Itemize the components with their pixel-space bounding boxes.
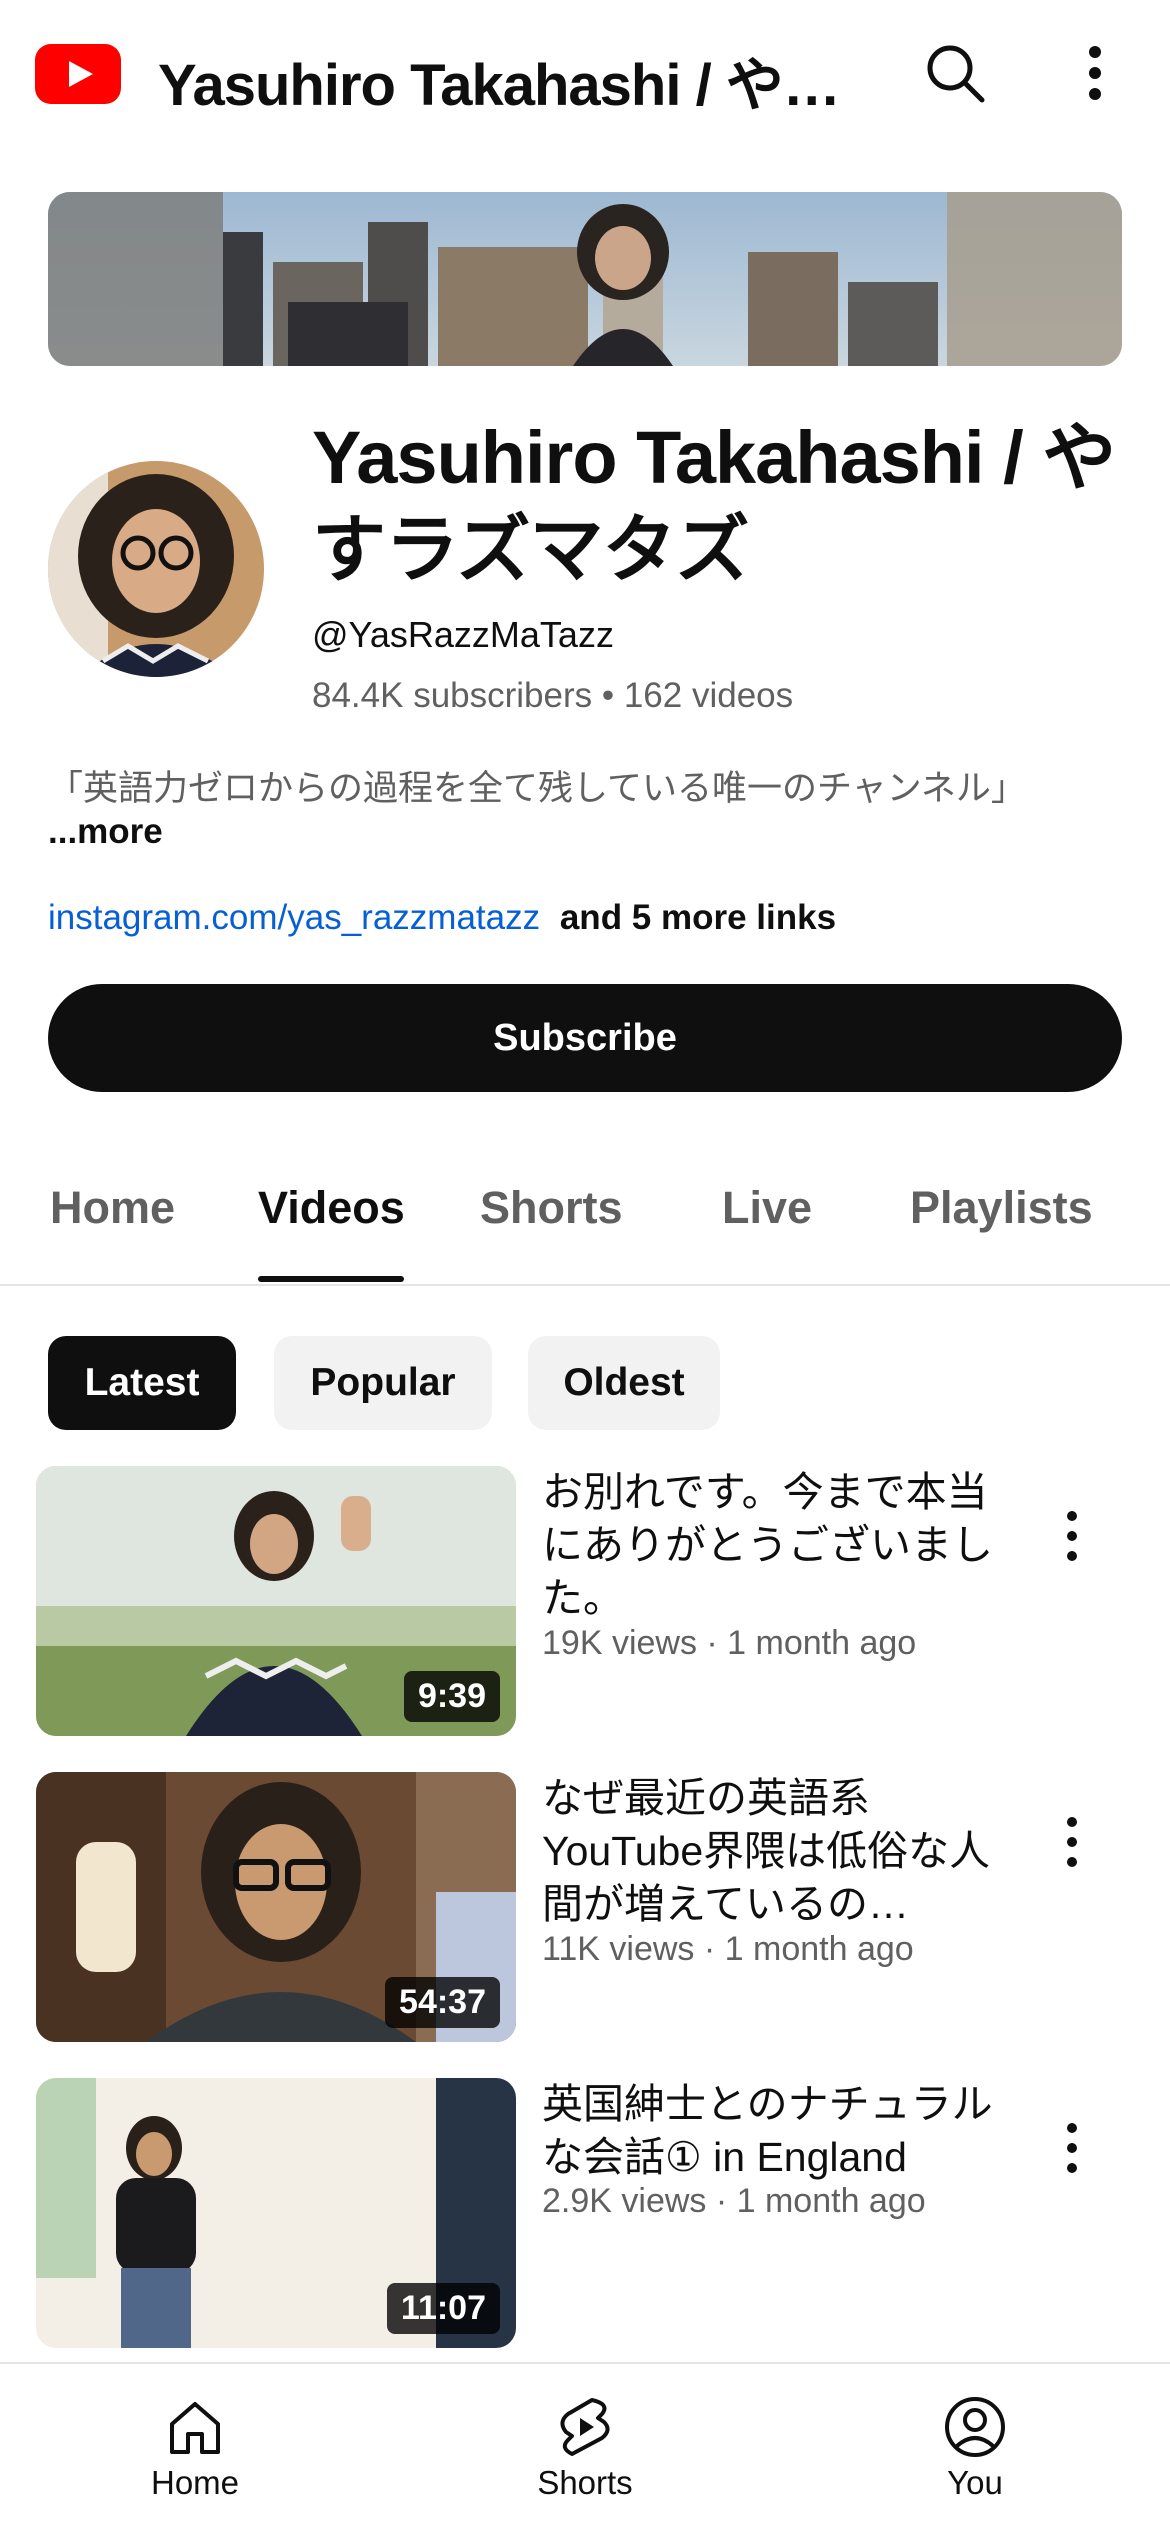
video-item[interactable]: 11:07 英国紳士とのナチュラルな会話① in England 2.9K vi… [36, 2078, 1136, 2350]
video-more-icon[interactable] [1050, 2118, 1094, 2178]
nav-you[interactable]: You [875, 2394, 1075, 2502]
channel-description[interactable]: 「英語力ゼロからの過程を全て残している唯一のチャンネル」 [48, 760, 1138, 811]
shorts-icon [560, 2398, 610, 2456]
video-title[interactable]: お別れです。今まで本当にありがとうございました。 [542, 1466, 1012, 1625]
youtube-logo-icon[interactable] [35, 44, 121, 104]
description-more-link[interactable]: ...more [48, 812, 163, 852]
channel-name: Yasuhiro Takahashi / やすラズマタズ [312, 416, 1116, 591]
chip-popular[interactable]: Popular [274, 1336, 492, 1430]
you-icon [945, 2397, 1005, 2457]
video-title[interactable]: 英国紳士とのナチュラルな会話① in England [542, 2078, 1012, 2184]
video-meta: 11K views · 1 month ago [542, 1930, 914, 1968]
top-bar-title: Yasuhiro Takahashi / や… [158, 53, 841, 118]
tab-home[interactable]: Home [50, 1182, 175, 1234]
chip-oldest[interactable]: Oldest [528, 1336, 720, 1430]
video-thumbnail[interactable]: 11:07 [36, 2078, 516, 2348]
video-more-icon[interactable] [1050, 1812, 1094, 1872]
instagram-link[interactable]: instagram.com/yas_razzmatazz [48, 898, 540, 937]
nav-shorts-label: Shorts [537, 2464, 633, 2501]
channel-handle: @YasRazzMaTazz [312, 614, 614, 655]
video-thumbnail[interactable]: 9:39 [36, 1466, 516, 1736]
tab-shorts[interactable]: Shorts [480, 1182, 623, 1234]
top-app-bar: Yasuhiro Takahashi / や… [0, 0, 1170, 150]
video-meta: 19K views · 1 month ago [542, 1624, 917, 1662]
bottom-navigation: Home Shorts You [0, 2362, 1170, 2532]
search-icon[interactable] [920, 38, 990, 108]
nav-shorts[interactable]: Shorts [485, 2394, 685, 2502]
video-item[interactable]: 54:37 なぜ最近の英語系YouTube界隈は低俗な人間が増えているの… 11… [36, 1772, 1136, 2044]
nav-home[interactable]: Home [95, 2394, 295, 2502]
nav-home-label: Home [150, 2464, 240, 2501]
home-icon [170, 2402, 220, 2454]
video-duration: 54:37 [385, 1977, 500, 2028]
video-item[interactable]: 9:39 お別れです。今まで本当にありがとうございました。 19K views … [36, 1466, 1136, 1738]
more-links-button[interactable]: and 5 more links [560, 898, 836, 937]
video-more-icon[interactable] [1050, 1506, 1094, 1566]
channel-links: instagram.com/yas_razzmatazz and 5 more … [48, 898, 836, 938]
video-thumbnail[interactable]: 54:37 [36, 1772, 516, 2042]
channel-banner [48, 192, 1122, 366]
tab-live[interactable]: Live [722, 1182, 812, 1234]
nav-you-label: You [947, 2464, 1003, 2501]
tab-playlists[interactable]: Playlists [910, 1182, 1093, 1234]
channel-tabs: Home Videos Shorts Live Playlists [0, 1162, 1170, 1286]
more-vert-icon[interactable] [1065, 38, 1125, 108]
subscribe-button[interactable]: Subscribe [48, 984, 1122, 1092]
video-title[interactable]: なぜ最近の英語系YouTube界隈は低俗な人間が増えているの… [542, 1772, 1012, 1931]
tab-videos[interactable]: Videos [258, 1182, 405, 1234]
channel-avatar[interactable] [48, 461, 264, 677]
video-duration: 11:07 [386, 2283, 500, 2334]
video-duration: 9:39 [403, 1671, 500, 1722]
active-tab-indicator [258, 1276, 404, 1282]
chip-latest[interactable]: Latest [48, 1336, 236, 1430]
video-meta: 2.9K views · 1 month ago [542, 2182, 926, 2220]
channel-stats: 84.4K subscribers • 162 videos [312, 676, 794, 715]
